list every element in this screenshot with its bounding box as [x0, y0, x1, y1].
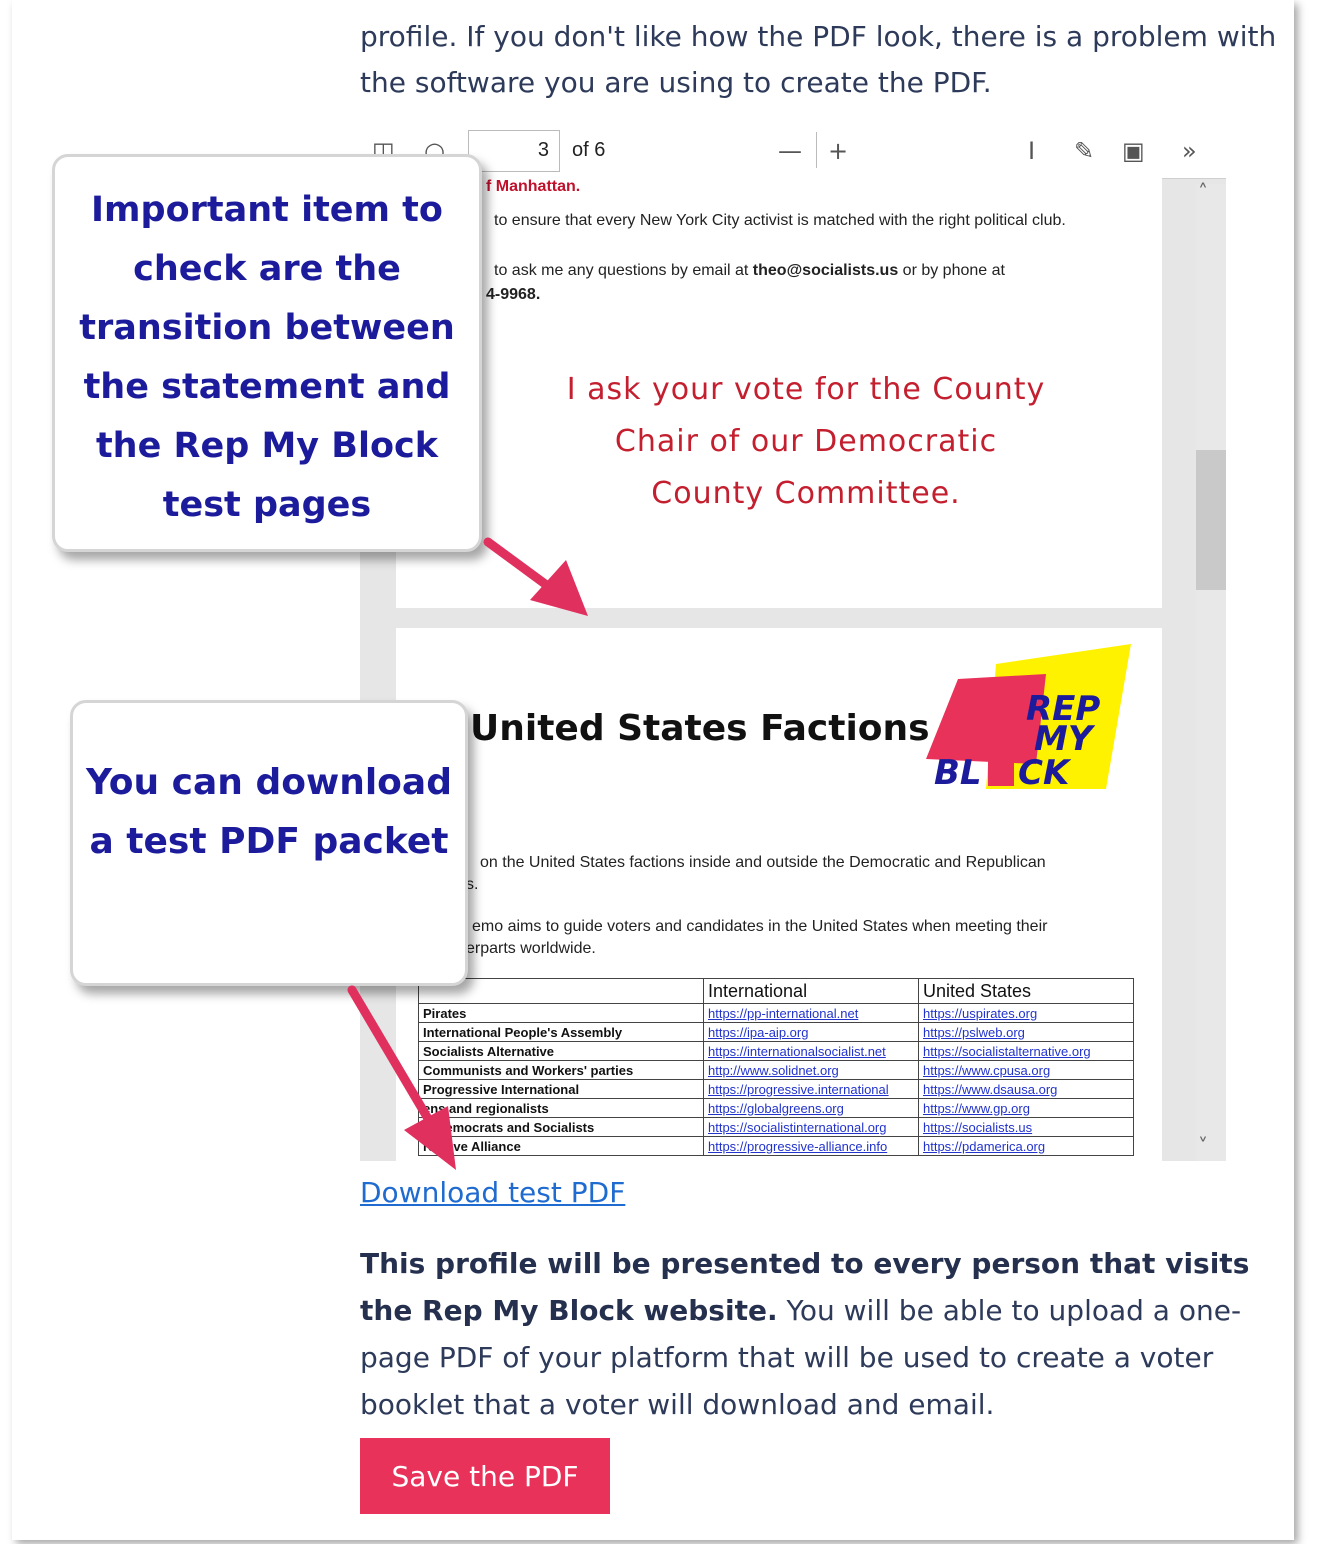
arrow-to-page-transition: [483, 537, 588, 616]
arrow-to-download-link: [347, 985, 456, 1170]
download-test-pdf-link[interactable]: Download test PDF: [360, 1176, 625, 1209]
save-pdf-button[interactable]: Save the PDF: [360, 1438, 610, 1514]
profile-description: This profile will be presented to every …: [360, 1240, 1280, 1428]
